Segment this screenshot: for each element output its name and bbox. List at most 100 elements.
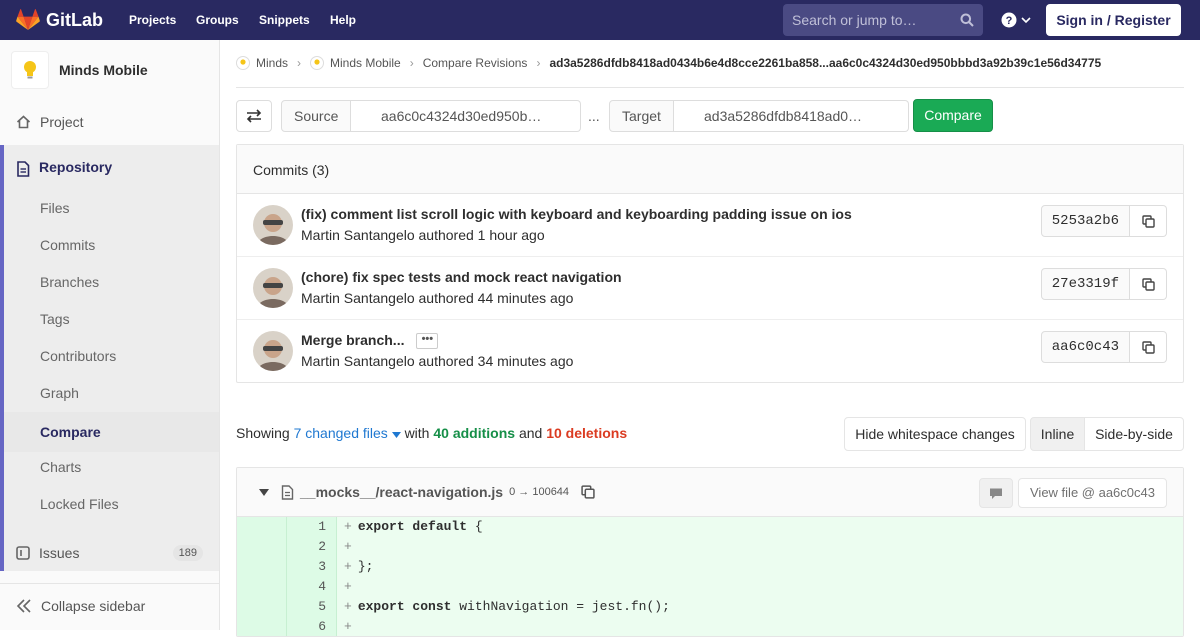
commit-meta: Martin Santangelo authored 1 hour ago <box>301 227 545 243</box>
chevron-right-icon: › <box>536 56 541 70</box>
nav-help[interactable]: Help <box>330 13 356 27</box>
commit-meta: Martin Santangelo authored 34 minutes ag… <box>301 353 574 369</box>
old-line-number[interactable] <box>237 537 287 557</box>
toggle-comments-button[interactable] <box>979 478 1013 508</box>
commit-sha[interactable]: 27e3319f <box>1040 268 1130 300</box>
sidebar-sub-commits[interactable]: Commits <box>40 237 95 253</box>
sidebar-item-project[interactable]: Project <box>0 110 219 134</box>
gitlab-tanuki-icon <box>16 9 40 30</box>
sidebar-sub-tags[interactable]: Tags <box>40 311 70 327</box>
home-icon <box>16 115 31 129</box>
breadcrumb: Minds › Minds Mobile › Compare Revisions… <box>236 56 1101 70</box>
sidebar-sub-compare[interactable]: Compare <box>4 412 219 452</box>
top-navbar: GitLab Projects Groups Snippets Help Sea… <box>0 0 1200 40</box>
commit-title[interactable]: Merge branch... <box>301 332 404 348</box>
line-content: + <box>344 579 352 594</box>
nav-snippets[interactable]: Snippets <box>259 13 310 27</box>
sign-in-button[interactable]: Sign in / Register <box>1046 4 1181 36</box>
new-line-number[interactable]: 1 <box>287 517 337 537</box>
old-line-number[interactable] <box>237 517 287 537</box>
copy-sha-button[interactable] <box>1130 331 1167 363</box>
breadcrumb-current[interactable]: ad3a5286dfdb8418ad0434b6e4d8cce2261ba858… <box>549 56 1101 70</box>
old-line-number[interactable] <box>237 577 287 597</box>
double-chevron-left-icon <box>16 599 31 613</box>
new-line-number[interactable]: 6 <box>287 617 337 636</box>
collapse-sidebar-button[interactable]: Collapse sidebar <box>0 595 219 617</box>
copy-icon <box>1141 214 1155 228</box>
new-line-number[interactable]: 5 <box>287 597 337 617</box>
target-revision-input[interactable]: ad3a5286dfdb8418ad0… <box>674 100 909 132</box>
copy-sha-button[interactable] <box>1130 205 1167 237</box>
avatar[interactable] <box>253 268 293 308</box>
new-line-number[interactable]: 4 <box>287 577 337 597</box>
file-path[interactable]: __mocks__/react-navigation.js <box>300 484 503 500</box>
target-label: Target <box>609 100 674 132</box>
code-keyword: export default <box>357 519 468 534</box>
view-file-button[interactable]: View file @ aa6c0c43 <box>1018 478 1167 508</box>
caret-down-icon <box>391 432 401 438</box>
diff-line: 5 + export const withNavigation = jest.fn… <box>237 597 1183 617</box>
file-title: __mocks__/react-navigation.js 0 → 100644 <box>259 484 595 500</box>
commit-sha[interactable]: aa6c0c43 <box>1040 331 1130 363</box>
changed-files-dropdown[interactable]: 7 changed files <box>294 425 405 441</box>
hide-whitespace-button[interactable]: Hide whitespace changes <box>844 417 1026 451</box>
commit-title[interactable]: (chore) fix spec tests and mock react na… <box>301 269 622 285</box>
compare-button[interactable]: Compare <box>913 99 993 132</box>
chevron-down-icon <box>1021 17 1031 24</box>
copy-icon[interactable] <box>581 485 595 499</box>
diff-line: 1 + export default { <box>237 517 1183 537</box>
nav-projects[interactable]: Projects <box>129 13 176 27</box>
avatar[interactable] <box>253 205 293 245</box>
search-input[interactable]: Search or jump to… <box>783 4 983 36</box>
copy-sha-button[interactable] <box>1130 268 1167 300</box>
inline-view-button[interactable]: Inline <box>1030 417 1085 451</box>
copy-icon <box>1141 277 1155 291</box>
line-content: + <box>344 619 352 634</box>
sidebar-item-label: Project <box>40 114 84 130</box>
file-header: __mocks__/react-navigation.js 0 → 100644… <box>237 468 1183 517</box>
brand-name: GitLab <box>46 9 103 30</box>
expand-description-button[interactable]: ••• <box>416 333 439 350</box>
new-line-number[interactable]: 3 <box>287 557 337 577</box>
sidebar-item-issues[interactable]: Issues 189 <box>0 542 219 564</box>
commit-row: (chore) fix spec tests and mock react na… <box>237 257 1183 320</box>
breadcrumb-minds-mobile[interactable]: Minds Mobile <box>330 56 401 70</box>
breadcrumb-compare-revisions[interactable]: Compare Revisions <box>423 56 528 70</box>
changed-files-count: 7 changed files <box>293 425 388 441</box>
old-line-number[interactable] <box>237 557 287 577</box>
sidebar-sub-graph[interactable]: Graph <box>40 385 79 401</box>
sidebar-sub-charts[interactable]: Charts <box>40 459 81 475</box>
caret-down-icon[interactable] <box>259 488 269 496</box>
line-content: +}; <box>344 559 374 574</box>
gitlab-logo[interactable]: GitLab <box>16 9 103 31</box>
diff-summary: Showing 7 changed files with 40 addition… <box>236 425 627 441</box>
sidebar-sub-branches[interactable]: Branches <box>40 274 99 290</box>
breadcrumb-minds[interactable]: Minds <box>256 56 288 70</box>
comment-icon <box>990 488 1002 499</box>
sidebar-sub-contributors[interactable]: Contributors <box>40 348 116 364</box>
nav-groups[interactable]: Groups <box>196 13 239 27</box>
file-mode: 0 → 100644 <box>509 486 570 498</box>
commits-list: Commits (3) (fix) comment list scroll lo… <box>236 144 1184 383</box>
side-by-side-view-button[interactable]: Side-by-side <box>1084 417 1184 451</box>
lightbulb-icon <box>24 61 36 79</box>
source-revision-input[interactable]: aa6c0c4324d30ed950b… <box>351 100 581 132</box>
new-line-number[interactable]: 2 <box>287 537 337 557</box>
diff-line: 4 + <box>237 577 1183 597</box>
sidebar-sub-files[interactable]: Files <box>40 200 70 216</box>
swap-revisions-button[interactable] <box>236 100 272 132</box>
commit-sha[interactable]: 5253a2b6 <box>1040 205 1130 237</box>
old-line-number[interactable] <box>237 617 287 636</box>
commit-sha-group: 5253a2b6 <box>1040 205 1167 237</box>
avatar[interactable] <box>253 331 293 371</box>
file-icon <box>281 484 294 500</box>
old-line-number[interactable] <box>237 597 287 617</box>
line-content: + export const withNavigation = jest.fn()… <box>344 599 670 614</box>
help-dropdown[interactable]: ? <box>1001 12 1031 28</box>
commit-sha-group: 27e3319f <box>1040 268 1167 300</box>
svg-text:?: ? <box>1006 15 1013 27</box>
sidebar-sub-locked-files[interactable]: Locked Files <box>40 496 119 512</box>
chevron-right-icon: › <box>409 56 414 70</box>
project-header[interactable]: Minds Mobile <box>0 40 219 100</box>
commit-title[interactable]: (fix) comment list scroll logic with key… <box>301 206 852 222</box>
